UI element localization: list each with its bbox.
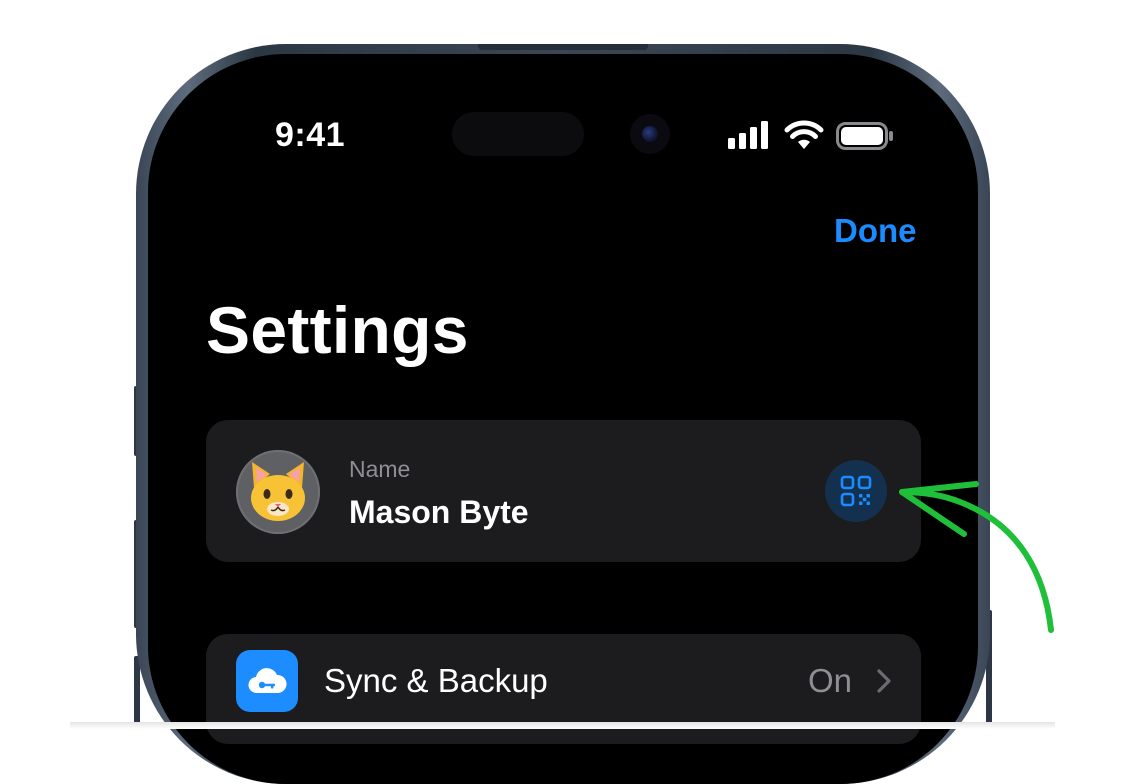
- bottom-fade: [70, 722, 1055, 729]
- camera-lens: [642, 126, 658, 142]
- cat-face-icon: [251, 462, 305, 521]
- sync-backup-app-icon: [236, 650, 298, 712]
- battery-icon: [836, 122, 893, 150]
- sync-backup-value: On: [808, 662, 853, 699]
- status-time: 9:41: [275, 116, 346, 154]
- dynamic-island: [452, 112, 584, 156]
- wifi-icon: [784, 120, 824, 149]
- chevron-right-icon: [877, 669, 891, 693]
- done-button[interactable]: Done: [834, 212, 917, 250]
- front-camera: [630, 114, 670, 154]
- page-title: Settings: [206, 293, 469, 367]
- cloud-key-icon: [248, 668, 287, 694]
- profile-card[interactable]: Name Mason Byte: [206, 420, 921, 562]
- frame-seam: [478, 44, 648, 50]
- name-value: Mason Byte: [349, 494, 529, 530]
- annotation-arrow-icon: [899, 481, 1054, 633]
- qr-code-icon: [840, 475, 872, 507]
- sync-backup-label: Sync & Backup: [324, 662, 548, 699]
- signal-icon: [728, 121, 768, 149]
- avatar[interactable]: [236, 450, 320, 534]
- qr-code-button[interactable]: [825, 460, 887, 522]
- name-label: Name: [349, 456, 411, 482]
